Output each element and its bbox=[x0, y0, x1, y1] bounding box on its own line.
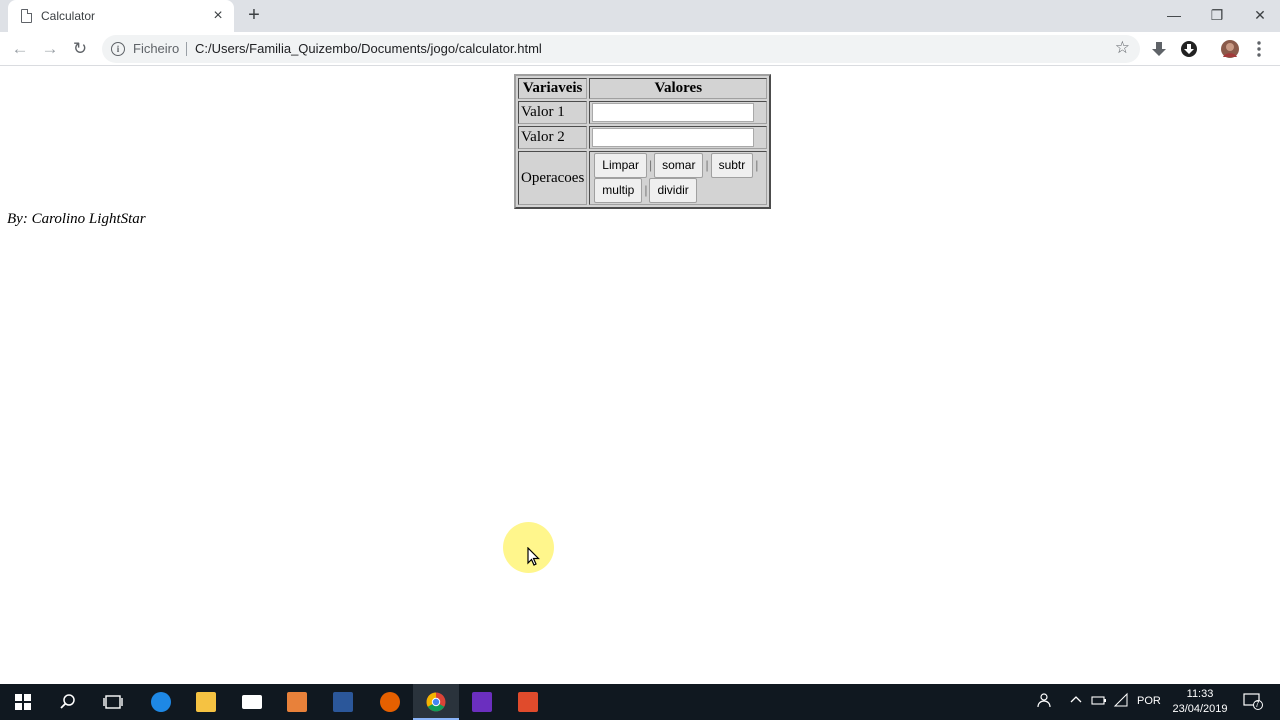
somar-button[interactable]: somar bbox=[654, 153, 704, 178]
info-icon[interactable]: i bbox=[111, 42, 125, 56]
page-content: Variaveis Valores Valor 1 Valor 2 Operac… bbox=[0, 67, 1280, 684]
back-button[interactable]: ← bbox=[8, 37, 32, 61]
wifi-icon[interactable] bbox=[1113, 692, 1129, 711]
minimize-button[interactable]: — bbox=[1152, 2, 1196, 28]
multip-button[interactable]: multip bbox=[594, 178, 643, 203]
dividir-button[interactable]: dividir bbox=[649, 178, 697, 203]
url-scheme-label: Ficheiro bbox=[133, 41, 180, 56]
clock-date: 23/04/2019 bbox=[1172, 703, 1228, 715]
notification-count: 7 bbox=[1255, 700, 1260, 709]
clock-time: 11:33 bbox=[1186, 688, 1214, 700]
clock[interactable]: 11:33 23/04/2019 bbox=[1172, 687, 1228, 717]
taskbar-file-explorer[interactable] bbox=[183, 684, 229, 720]
taskbar-mail[interactable] bbox=[229, 684, 275, 720]
taskbar-chrome[interactable] bbox=[413, 684, 459, 720]
people-icon[interactable] bbox=[1035, 692, 1051, 711]
taskbar-word[interactable] bbox=[320, 684, 366, 720]
windows-logo-icon bbox=[15, 694, 31, 710]
forward-button[interactable]: → bbox=[38, 37, 62, 61]
phpstorm-icon bbox=[472, 692, 492, 712]
start-button[interactable] bbox=[0, 684, 46, 720]
separator: | bbox=[648, 158, 653, 172]
word-icon bbox=[333, 692, 353, 712]
header-variaveis: Variaveis bbox=[518, 78, 588, 99]
notification-center-icon[interactable]: 7 bbox=[1243, 692, 1263, 713]
valor1-label: Valor 1 bbox=[518, 101, 588, 124]
idm-extension-icon[interactable] bbox=[1180, 40, 1198, 58]
show-hidden-icons-icon[interactable] bbox=[1070, 692, 1082, 711]
mouse-cursor-icon bbox=[527, 547, 540, 566]
valor2-input[interactable] bbox=[592, 128, 755, 147]
screen-recorder-icon bbox=[518, 692, 538, 712]
browser-toolbar: ← → ↻ i Ficheiro C:/Users/Familia_Quizem… bbox=[0, 32, 1280, 66]
tab-strip: Calculator × + — ❐ ✕ bbox=[0, 0, 1280, 32]
address-bar[interactable]: i Ficheiro C:/Users/Familia_Quizembo/Doc… bbox=[102, 35, 1140, 63]
separator: | bbox=[644, 183, 648, 197]
menu-icon[interactable] bbox=[1250, 40, 1268, 58]
edge-icon bbox=[151, 692, 171, 712]
limpar-button[interactable]: Limpar bbox=[594, 153, 647, 178]
close-window-button[interactable]: ✕ bbox=[1238, 2, 1280, 28]
document-icon bbox=[21, 9, 32, 23]
chrome-icon bbox=[426, 692, 446, 712]
calculator-table: Variaveis Valores Valor 1 Valor 2 Operac… bbox=[514, 74, 772, 209]
author-credit: By: Carolino LightStar bbox=[7, 211, 146, 227]
separator: | bbox=[705, 158, 709, 172]
tab-calculator[interactable]: Calculator × bbox=[8, 0, 234, 32]
divider bbox=[186, 42, 187, 56]
taskbar-video[interactable] bbox=[274, 684, 320, 720]
operacoes-label: Operacoes bbox=[518, 151, 588, 205]
header-valores: Valores bbox=[589, 78, 768, 99]
search-icon bbox=[60, 694, 75, 709]
task-view-button[interactable] bbox=[90, 684, 136, 720]
profile-avatar[interactable] bbox=[1221, 40, 1239, 58]
bookmark-star-icon[interactable]: ☆ bbox=[1115, 38, 1130, 58]
subtr-button[interactable]: subtr bbox=[710, 153, 754, 178]
mail-icon bbox=[242, 695, 262, 709]
language-indicator[interactable]: POR bbox=[1137, 695, 1161, 707]
video-icon bbox=[287, 692, 307, 712]
new-tab-button[interactable]: + bbox=[243, 4, 265, 26]
taskbar-recorder[interactable] bbox=[505, 684, 551, 720]
taskbar-firefox[interactable] bbox=[367, 684, 413, 720]
valor2-cell bbox=[589, 126, 768, 149]
windows-taskbar: POR 11:33 23/04/2019 7 bbox=[0, 684, 1280, 720]
operacoes-cell: Limpar | somar | subtr | multip | dividir bbox=[589, 151, 768, 205]
taskbar-phpstorm[interactable] bbox=[459, 684, 505, 720]
tab-title: Calculator bbox=[41, 9, 96, 23]
taskbar-edge[interactable] bbox=[138, 684, 184, 720]
valor2-label: Valor 2 bbox=[518, 126, 588, 149]
valor1-input[interactable] bbox=[592, 103, 755, 122]
separator: | bbox=[755, 158, 759, 172]
search-button[interactable] bbox=[45, 684, 91, 720]
url-text[interactable]: C:/Users/Familia_Quizembo/Documents/jogo… bbox=[195, 41, 542, 56]
valor1-cell bbox=[589, 101, 768, 124]
download-extension-icon[interactable] bbox=[1150, 40, 1168, 58]
battery-icon[interactable] bbox=[1091, 692, 1107, 711]
folder-icon bbox=[196, 692, 216, 712]
reload-button[interactable]: ↻ bbox=[68, 37, 92, 61]
task-view-icon bbox=[103, 695, 123, 709]
restore-button[interactable]: ❐ bbox=[1195, 2, 1239, 28]
firefox-icon bbox=[380, 692, 400, 712]
tab-close-icon[interactable]: × bbox=[208, 6, 228, 26]
